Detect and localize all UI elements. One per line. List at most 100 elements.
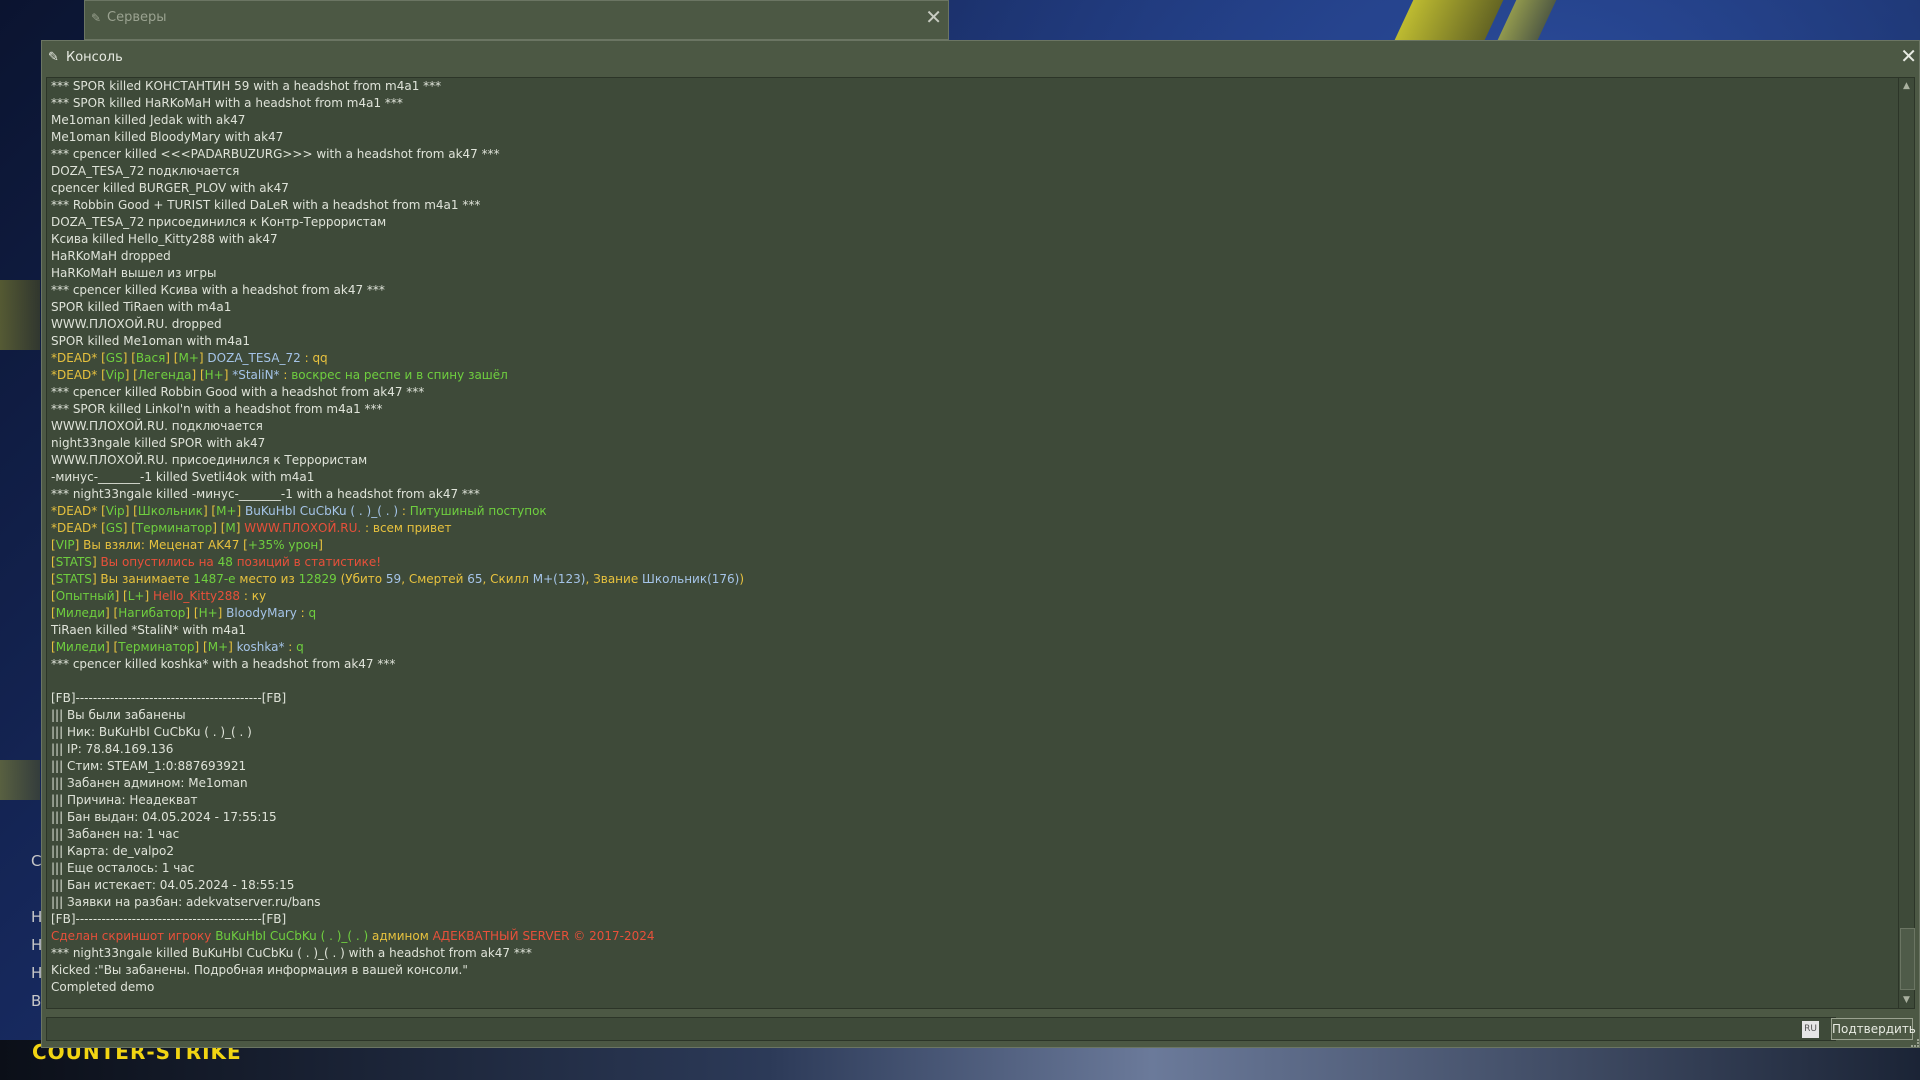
console-line-segment: q xyxy=(308,606,317,620)
console-line-segment: Vip xyxy=(105,504,125,518)
console-line-segment: Опытный xyxy=(55,589,115,603)
resize-grip-icon[interactable] xyxy=(1911,1039,1919,1047)
console-line-segment: STATS xyxy=(55,555,92,569)
menu-letter: C xyxy=(31,852,42,870)
console-line-segment: , Скилл xyxy=(482,572,533,586)
console-line-segment: : всем привет xyxy=(361,521,452,535)
console-line-segment: ||| Бан истекает: 04.05.2024 - 18:55:15 xyxy=(51,878,295,892)
console-line: [Миледи] [Нагибатор] [H+] BloodyMary : q xyxy=(51,605,744,622)
console-close-button[interactable]: ✕ xyxy=(1900,45,1917,67)
console-line-segment: АДЕКВАТНЫЙ SERVER © 2017-2024 xyxy=(432,929,655,943)
console-line-segment: ) xyxy=(739,572,745,586)
servers-window: ✎ Серверы ✕ xyxy=(84,0,949,40)
console-line-segment: Me1oman killed BloodyMary with ak47 xyxy=(51,130,284,144)
console-line-segment: ] [ xyxy=(124,504,138,518)
console-line: ||| Забанен админом: Me1oman xyxy=(51,775,744,792)
console-line: *** SPOR killed Linkol'n with a headshot… xyxy=(51,401,744,418)
console-line: Me1oman killed Jedak with ak47 xyxy=(51,112,744,129)
console-line-segment: GS xyxy=(105,521,123,535)
console-line: Me1oman killed BloodyMary with ak47 xyxy=(51,129,744,146)
console-line-segment: *** cpencer killed Robbin Good with a he… xyxy=(51,385,425,399)
console-line-segment: -минус-_______-1 killed Svetli4ok with m… xyxy=(51,470,315,484)
console-line-segment: q xyxy=(296,640,304,654)
console-line-segment: STATS xyxy=(55,572,92,586)
console-line: night33ngale killed SPOR with ak47 xyxy=(51,435,744,452)
console-line-segment: ||| Стим: STEAM_1:0:887693921 xyxy=(51,759,247,773)
console-line-segment: M xyxy=(225,521,236,535)
console-line-segment: ||| Карта: de_valpo2 xyxy=(51,844,175,858)
console-line-segment: DOZA_TESA_72 подключается xyxy=(51,164,240,178)
steam-icon: ✎ xyxy=(48,50,59,65)
console-line: DOZA_TESA_72 подключается xyxy=(51,163,744,180)
console-line-segment: DOZA_TESA_72 xyxy=(207,351,301,365)
console-line-segment: 59 xyxy=(385,572,402,586)
console-line: [FB]------------------------------------… xyxy=(51,690,744,707)
console-line-segment: *** SPOR killed Linkol'n with a headshot… xyxy=(51,402,383,416)
console-line-segment: *DEAD* xyxy=(51,521,102,535)
console-line-segment: DOZA_TESA_72 присоединился к Контр-Терро… xyxy=(51,215,387,229)
console-line-segment: админом xyxy=(368,929,433,943)
console-line: WWW.ПЛОХОЙ.RU. dropped xyxy=(51,316,744,333)
console-line-segment: : xyxy=(398,504,410,518)
console-line-segment: ||| IP: 78.84.169.136 xyxy=(51,742,174,756)
console-line-segment: : xyxy=(284,640,297,654)
console-line: HaRKoMaH dropped xyxy=(51,248,744,265)
console-line-segment: ||| Причина: Неадекват xyxy=(51,793,198,807)
console-line-segment xyxy=(51,674,55,688)
console-line: *DEAD* [Vip] [Легенда] [H+] *StaliN* : в… xyxy=(51,367,744,384)
console-line: *DEAD* [Vip] [Школьник] [M+] BuKuHbI CuC… xyxy=(51,503,744,520)
console-line-segment: BloodyMary xyxy=(226,606,297,620)
console-line-segment: ||| Бан выдан: 04.05.2024 - 17:55:15 xyxy=(51,810,277,824)
scroll-down-icon[interactable]: ▼ xyxy=(1899,992,1914,1008)
console-line-segment: (Убито xyxy=(336,572,386,586)
console-line-segment: M+ xyxy=(216,504,237,518)
console-line-segment: : xyxy=(296,606,309,620)
scroll-thumb[interactable] xyxy=(1900,928,1915,990)
console-scrollbar[interactable]: ▲ ▼ xyxy=(1898,77,1915,1009)
console-line-segment: cpencer killed BURGER_PLOV with ak47 xyxy=(51,181,289,195)
console-line-segment: ||| Забанен админом: Me1oman xyxy=(51,776,248,790)
console-line-segment: Школьник xyxy=(137,504,203,518)
console-line-segment: 65 xyxy=(467,572,483,586)
servers-close-button[interactable]: ✕ xyxy=(925,5,942,29)
submit-button[interactable]: Подтвердить xyxy=(1831,1018,1916,1040)
console-line-segment: ] xyxy=(223,368,233,382)
console-window: ✎ Консоль ✕ *** SPOR killed КОНСТАНТИН 5… xyxy=(41,40,1920,1048)
console-line-segment: *StaliN* xyxy=(232,368,280,382)
console-command-input[interactable] xyxy=(46,1017,1836,1041)
scroll-up-icon[interactable]: ▲ xyxy=(1899,78,1914,94)
console-line-segment: BuKuHbI CuCbKu ( . )_( . ) xyxy=(245,504,399,518)
console-line-segment: *** cpencer killed koshka* with a headsh… xyxy=(51,657,396,671)
console-line-segment: *** night33ngale killed -минус-_______-1… xyxy=(51,487,480,501)
console-line-segment: Терминатор xyxy=(118,640,195,654)
console-line: -минус-_______-1 killed Svetli4ok with m… xyxy=(51,469,744,486)
console-line-segment: 12829 xyxy=(298,572,337,586)
console-line: ||| Ник: BuKuHbI CuCbKu ( . )_( . ) xyxy=(51,724,744,741)
console-line-segment: ] [ xyxy=(212,521,226,535)
console-line-segment: Me1oman killed Jedak with ak47 xyxy=(51,113,246,127)
console-line: SPOR killed TiRaen with m4a1 xyxy=(51,299,744,316)
console-line-segment: ] xyxy=(235,521,245,535)
console-line-segment: WWW.ПЛОХОЙ.RU. подключается xyxy=(51,419,263,433)
console-line-segment: : qq xyxy=(300,351,328,365)
console-line: [STATS] Вы опустились на 48 позиций в ст… xyxy=(51,554,744,571)
console-line-segment: ] xyxy=(236,504,246,518)
console-line-segment: Легенда xyxy=(137,368,192,382)
console-lines: *** SPOR killed КОНСТАНТИН 59 with a hea… xyxy=(51,78,744,996)
console-line-segment: ] [ xyxy=(202,504,217,518)
console-line-segment: Миледи xyxy=(55,640,105,654)
console-line-segment: *** cpencer killed <<<PADARBUZURG>>> wit… xyxy=(51,147,500,161)
console-line-segment: Ксива killed Hello_Kitty288 with ak47 xyxy=(51,232,278,246)
console-line-segment: WWW.ПЛОХОЙ.RU. присоединился к Террорист… xyxy=(51,453,368,467)
console-line: *DEAD* [GS] [Вася] [M+] DOZA_TESA_72 : q… xyxy=(51,350,744,367)
console-line: ||| Бан выдан: 04.05.2024 - 17:55:15 xyxy=(51,809,744,826)
console-line-segment: ||| Заявки на разбан: adekvatserver.ru/b… xyxy=(51,895,321,909)
console-line-segment: 1487-е xyxy=(193,572,236,586)
console-log[interactable]: *** SPOR killed КОНСТАНТИН 59 with a hea… xyxy=(46,77,1898,1009)
console-line-segment: Терминатор xyxy=(135,521,213,535)
bg-stripe xyxy=(0,760,40,800)
console-titlebar[interactable]: ✎ Консоль ✕ xyxy=(42,41,1919,73)
console-line-segment: ] [ xyxy=(122,521,136,535)
console-line-segment: M+(123) xyxy=(532,572,586,586)
console-line xyxy=(51,673,744,690)
